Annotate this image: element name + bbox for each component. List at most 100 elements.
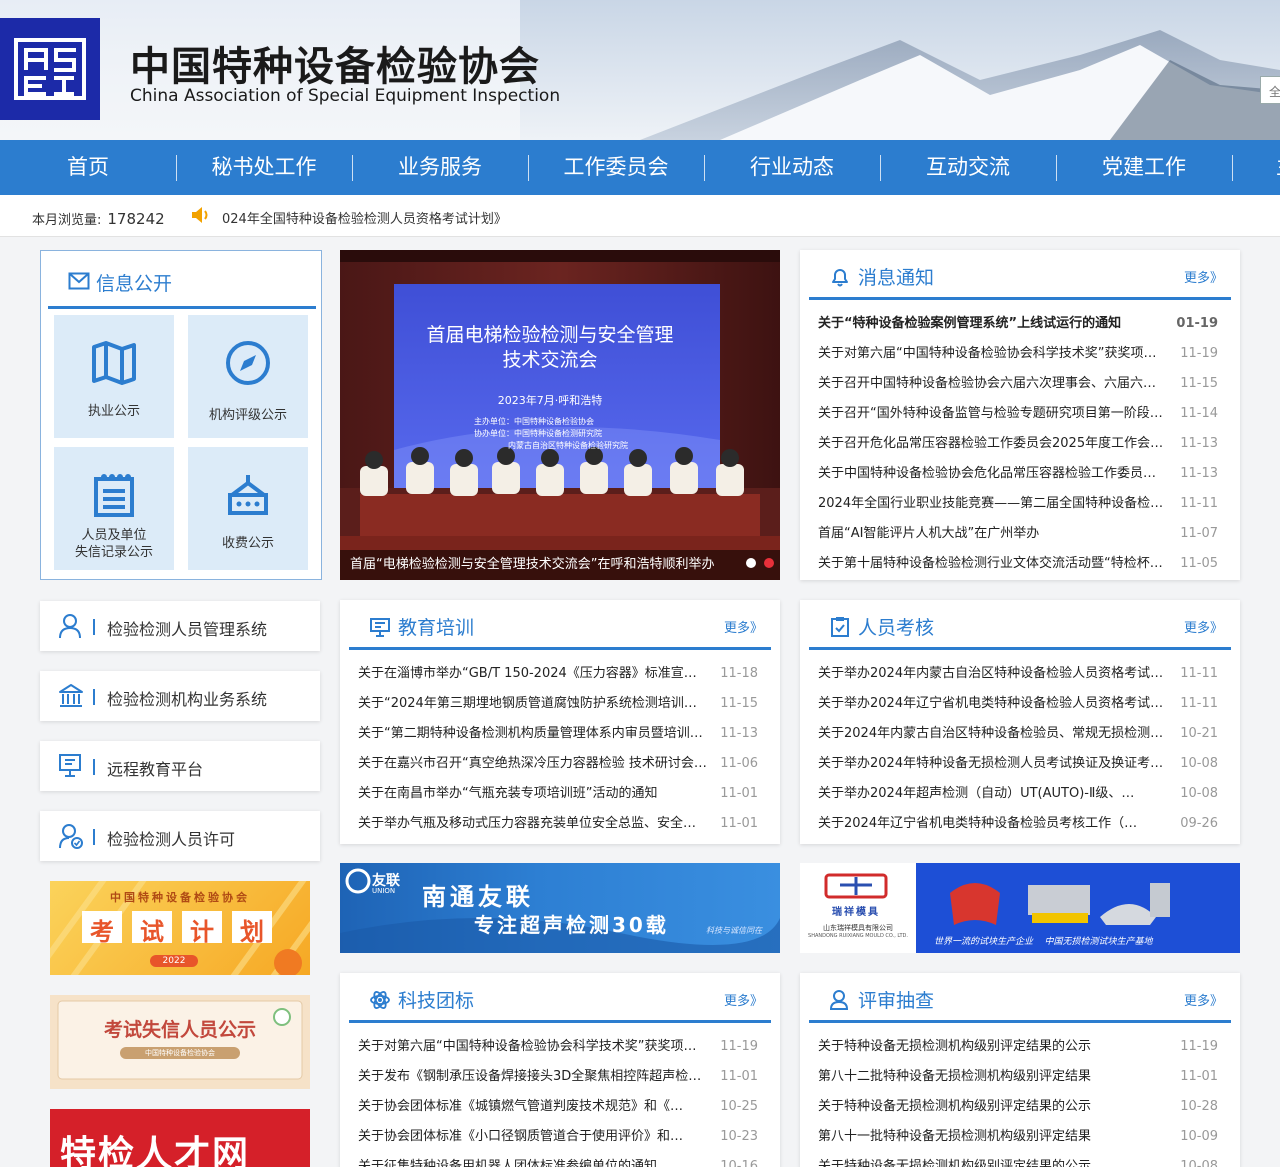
slide-dot[interactable] <box>746 558 756 568</box>
list-item[interactable]: 关于2024年辽宁省机电类特种设备检验员考核工作（… 09-26 <box>818 809 1230 839</box>
list-item[interactable]: 关于特种设备无损检测机构级别评定结果的公示 10-28 <box>818 1092 1230 1122</box>
slide-caption[interactable]: 首届“电梯检验检测与安全管理技术交流会”在呼和浩特顺利举办 <box>340 550 780 580</box>
item-title[interactable]: 关于对第六届“中国特种设备检验协会科学技术奖”获奖项目的公示 <box>358 1032 708 1062</box>
item-title[interactable]: 关于特种设备无损检测机构级别评定结果的公示 <box>818 1152 1168 1167</box>
item-title[interactable]: 关于举办气瓶及移动式压力容器充装单位安全总监、安全员培训班的通知 <box>358 809 708 839</box>
item-title[interactable]: 关于协会团体标准《小口径钢质管道合于使用评价》和… <box>358 1122 708 1152</box>
dishonest-exam-banner[interactable]: 考试失信人员公示 中国特种设备检验协会 <box>50 995 310 1089</box>
list-item[interactable]: 关于特种设备无损检测机构级别评定结果的公示 11-19 <box>818 1032 1230 1062</box>
training-more-link[interactable]: 更多》 <box>724 617 763 636</box>
item-title[interactable]: 关于在淄博市举办“GB/T 150-2024《压力容器》标准宣贯培训班”的通知 <box>358 659 708 689</box>
item-title[interactable]: 关于召开“国外特种设备监管与检验专题研究项目第一阶段”会议的通知 <box>818 399 1168 429</box>
slide-screen-org-2: 协办单位：中国特种设备检测研究院 <box>474 429 602 438</box>
list-item[interactable]: 关于中国特种设备检验协会危化品常压容器检验工作委员会换届的通知 11-13 <box>818 459 1230 489</box>
nav-secretariat[interactable]: 秘书处工作 <box>176 140 352 195</box>
list-item[interactable]: 关于在南昌市举办“气瓶充装专项培训班”活动的通知 11-01 <box>358 779 770 809</box>
item-title[interactable]: 第八十二批特种设备无损检测机构级别评定结果 <box>818 1062 1168 1092</box>
list-item[interactable]: 关于在嘉兴市召开“真空绝热深冷压力容器检验 技术研讨会”的通知 11-06 <box>358 749 770 779</box>
item-title[interactable]: 关于协会团体标准《城镇燃气管道判废技术规范》和《… <box>358 1092 708 1122</box>
news-slideshow[interactable]: 首届电梯检验检测与安全管理 技术交流会 2023年7月·呼和浩特 主办单位：中国… <box>340 250 780 580</box>
slide-dot-active[interactable] <box>764 558 774 568</box>
list-item[interactable]: 关于“2024年第三期埋地钢质管道腐蚀防护系统检测培训班”的通知 11-15 <box>358 689 770 719</box>
item-title[interactable]: 关于举办2024年辽宁省机电类特种设备检验人员资格考试的通知 <box>818 689 1168 719</box>
news-ticker[interactable]: 024年全国特种设备检验检测人员资格考试计划》 <box>222 208 507 227</box>
site-logo[interactable] <box>0 18 100 120</box>
nav-services[interactable]: 业务服务 <box>352 140 528 195</box>
list-item[interactable]: 关于征集特种设备用机器人团体标准参编单位的通知 10-16 <box>358 1152 770 1167</box>
review-more-link[interactable]: 更多》 <box>1184 990 1223 1009</box>
notices-more-link[interactable]: 更多》 <box>1184 267 1223 286</box>
nav-committees[interactable]: 工作委员会 <box>528 140 704 195</box>
item-title[interactable]: 关于2024年内蒙古自治区特种设备检验员、常规无损检测人员考试的通知 <box>818 719 1168 749</box>
item-title[interactable]: 关于第十届特种设备检验检测行业文体交流活动暨“特检杯”比赛 <box>818 549 1168 579</box>
list-item[interactable]: 关于第十届特种设备检验检测行业文体交流活动暨“特检杯”比赛 11-05 <box>818 549 1230 579</box>
union-ultrasonic-ad[interactable]: 友联 UNION 南通友联 专注超声检测30载 科技与诚信同在 <box>340 863 780 953</box>
item-title[interactable]: 第八十一批特种设备无损检测机构级别评定结果 <box>818 1122 1168 1152</box>
list-item[interactable]: 关于举办2024年辽宁省机电类特种设备检验人员资格考试的通知 11-11 <box>818 689 1230 719</box>
exam-more-link[interactable]: 更多》 <box>1184 617 1223 636</box>
visit-value: 178242 <box>107 210 165 228</box>
item-title[interactable]: 关于发布《钢制承压设备焊接接头3D全聚焦相控阵超声检测》团体标准的公告 <box>358 1062 708 1092</box>
list-item[interactable]: 第八十一批特种设备无损检测机构级别评定结果 10-09 <box>818 1122 1230 1152</box>
nav-home[interactable]: 首页 <box>0 140 176 195</box>
exam-plan-banner[interactable]: 中国特种设备检验协会 考 试 计 划 2022 <box>50 881 310 975</box>
training-title: 教育培训 <box>398 617 475 639</box>
list-item[interactable]: 关于“特种设备检验案例管理系统”上线试运行的通知 01-19 <box>818 309 1230 339</box>
personnel-license-button[interactable]: 检验检测人员许可 <box>40 811 320 861</box>
tile-fee-notice[interactable]: 收费公示 <box>188 447 308 570</box>
list-item[interactable]: 关于发布《钢制承压设备焊接接头3D全聚焦相控阵超声检测》团体标准的公告 11-01 <box>358 1062 770 1092</box>
tile-rating-notice[interactable]: 机构评级公示 <box>188 315 308 438</box>
list-item[interactable]: 关于召开危化品常压容器检验工作委员会2025年度工作会议的通知 11-13 <box>818 429 1230 459</box>
item-title[interactable]: 关于“2024年第三期埋地钢质管道腐蚀防护系统检测培训班”的通知 <box>358 689 708 719</box>
item-title[interactable]: 关于在嘉兴市召开“真空绝热深冷压力容器检验 技术研讨会”的通知 <box>358 749 708 779</box>
talent-network-banner[interactable]: 特检人才网 <box>50 1109 310 1167</box>
list-item[interactable]: 关于召开“国外特种设备监管与检验专题研究项目第一阶段”会议的通知 11-14 <box>818 399 1230 429</box>
list-item[interactable]: 关于协会团体标准《小口径钢质管道合于使用评价》和… 10-23 <box>358 1122 770 1152</box>
item-title[interactable]: 关于征集特种设备用机器人团体标准参编单位的通知 <box>358 1152 708 1167</box>
list-item[interactable]: 关于在淄博市举办“GB/T 150-2024《压力容器》标准宣贯培训班”的通知 1… <box>358 659 770 689</box>
item-title[interactable]: 关于在南昌市举办“气瓶充装专项培训班”活动的通知 <box>358 779 708 809</box>
item-date: 10-23 <box>720 1129 758 1144</box>
list-item[interactable]: 关于召开中国特种设备检验协会六届六次理事会、六届六次常务理事会的通知 11-15 <box>818 369 1230 399</box>
distance-education-button[interactable]: 远程教育平台 <box>40 741 320 791</box>
item-title[interactable]: 关于召开中国特种设备检验协会六届六次理事会、六届六次常务理事会的通知 <box>818 369 1168 399</box>
item-title[interactable]: 关于2024年辽宁省机电类特种设备检验员考核工作（… <box>818 809 1168 839</box>
tech-header: 科技团标 更多》 <box>349 973 771 1023</box>
item-title[interactable]: 关于中国特种设备检验协会危化品常压容器检验工作委员会换届的通知 <box>818 459 1168 489</box>
search-input[interactable]: 全 <box>1260 76 1280 104</box>
item-title[interactable]: 关于举办2024年超声检测（自动）UT(AUTO)-Ⅱ级、… <box>818 779 1168 809</box>
item-title[interactable]: 2024年全国行业职业技能竞赛——第二届全国特种设备检验检测技能竞赛 <box>818 489 1168 519</box>
nav-more[interactable]: 主 <box>1232 140 1280 195</box>
item-title[interactable]: 首届“AI智能评片人机大战”在广州举办 <box>818 519 1168 549</box>
list-item[interactable]: 关于举办气瓶及移动式压力容器充装单位安全总监、安全员培训班的通知 11-01 <box>358 809 770 839</box>
list-item[interactable]: 关于举办2024年特种设备无损检测人员考试换证及换证考试的通知 10-08 <box>818 749 1230 779</box>
list-item[interactable]: 首届“AI智能评片人机大战”在广州举办 11-07 <box>818 519 1230 549</box>
list-item[interactable]: 关于举办2024年超声检测（自动）UT(AUTO)-Ⅱ级、… 10-08 <box>818 779 1230 809</box>
item-title[interactable]: 关于召开危化品常压容器检验工作委员会2025年度工作会议的通知 <box>818 429 1168 459</box>
tech-more-link[interactable]: 更多》 <box>724 990 763 1009</box>
item-title[interactable]: 关于“特种设备检验案例管理系统”上线试运行的通知 <box>818 309 1168 339</box>
list-item[interactable]: 关于举办2024年内蒙古自治区特种设备检验人员资格考试的通知 11-11 <box>818 659 1230 689</box>
list-item[interactable]: 关于特种设备无损检测机构级别评定结果的公示 10-08 <box>818 1152 1230 1167</box>
item-title[interactable]: 关于举办2024年内蒙古自治区特种设备检验人员资格考试的通知 <box>818 659 1168 689</box>
agency-business-system-button[interactable]: 检验检测机构业务系统 <box>40 671 320 721</box>
item-title[interactable]: 关于对第六届“中国特种设备检验协会科学技术奖”获奖项目的公示 <box>818 339 1168 369</box>
list-item[interactable]: 关于对第六届“中国特种设备检验协会科学技术奖”获奖项目的公示 11-19 <box>818 339 1230 369</box>
ruixiang-mould-ad[interactable]: 瑞祥模具 山东瑞祥模具有限公司 SHANDONG RUIXIANG MOULD … <box>800 863 1240 953</box>
nav-party-building[interactable]: 党建工作 <box>1056 140 1232 195</box>
item-title[interactable]: 关于“第二期特种设备检测机构质量管理体系内审员暨培训班”的通知 <box>358 719 708 749</box>
nav-industry-news[interactable]: 行业动态 <box>704 140 880 195</box>
list-item[interactable]: 关于协会团体标准《城镇燃气管道判废技术规范》和《… 10-25 <box>358 1092 770 1122</box>
nav-interaction[interactable]: 互动交流 <box>880 140 1056 195</box>
list-item[interactable]: 关于2024年内蒙古自治区特种设备检验员、常规无损检测人员考试的通知 10-21 <box>818 719 1230 749</box>
personnel-management-system-button[interactable]: 检验检测人员管理系统 <box>40 601 320 651</box>
list-item[interactable]: 关于对第六届“中国特种设备检验协会科学技术奖”获奖项目的公示 11-19 <box>358 1032 770 1062</box>
list-item[interactable]: 关于“第二期特种设备检测机构质量管理体系内审员暨培训班”的通知 11-13 <box>358 719 770 749</box>
item-title[interactable]: 关于举办2024年特种设备无损检测人员考试换证及换证考试的通知 <box>818 749 1168 779</box>
item-title[interactable]: 关于特种设备无损检测机构级别评定结果的公示 <box>818 1032 1168 1062</box>
tile-dishonest-records[interactable]: 人员及单位 失信记录公示 <box>54 447 174 570</box>
list-item[interactable]: 第八十二批特种设备无损检测机构级别评定结果 11-01 <box>818 1062 1230 1092</box>
tile-practice-notice[interactable]: 执业公示 <box>54 315 174 438</box>
list-item[interactable]: 2024年全国行业职业技能竞赛——第二届全国特种设备检验检测技能竞赛 11-11 <box>818 489 1230 519</box>
item-title[interactable]: 关于特种设备无损检测机构级别评定结果的公示 <box>818 1092 1168 1122</box>
